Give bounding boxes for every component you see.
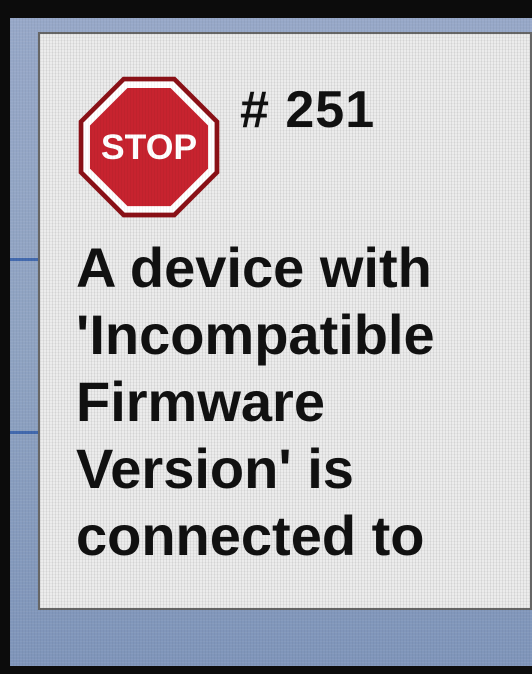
stop-sign-icon: STOP (74, 72, 224, 222)
device-screen: STOP # 251 A device with 'Incompatible F… (10, 18, 532, 666)
error-code: # 251 (240, 81, 376, 139)
message-line: A device with (76, 236, 432, 299)
message-line: connected to (76, 504, 425, 567)
error-message: A device with 'Incompatible Firmware Ver… (76, 234, 516, 569)
message-line: Firmware (76, 370, 325, 433)
stop-sign-label: STOP (101, 127, 197, 167)
error-dialog: STOP # 251 A device with 'Incompatible F… (38, 32, 532, 610)
message-line: Version' is (76, 437, 354, 500)
message-line: 'Incompatible (76, 303, 435, 366)
